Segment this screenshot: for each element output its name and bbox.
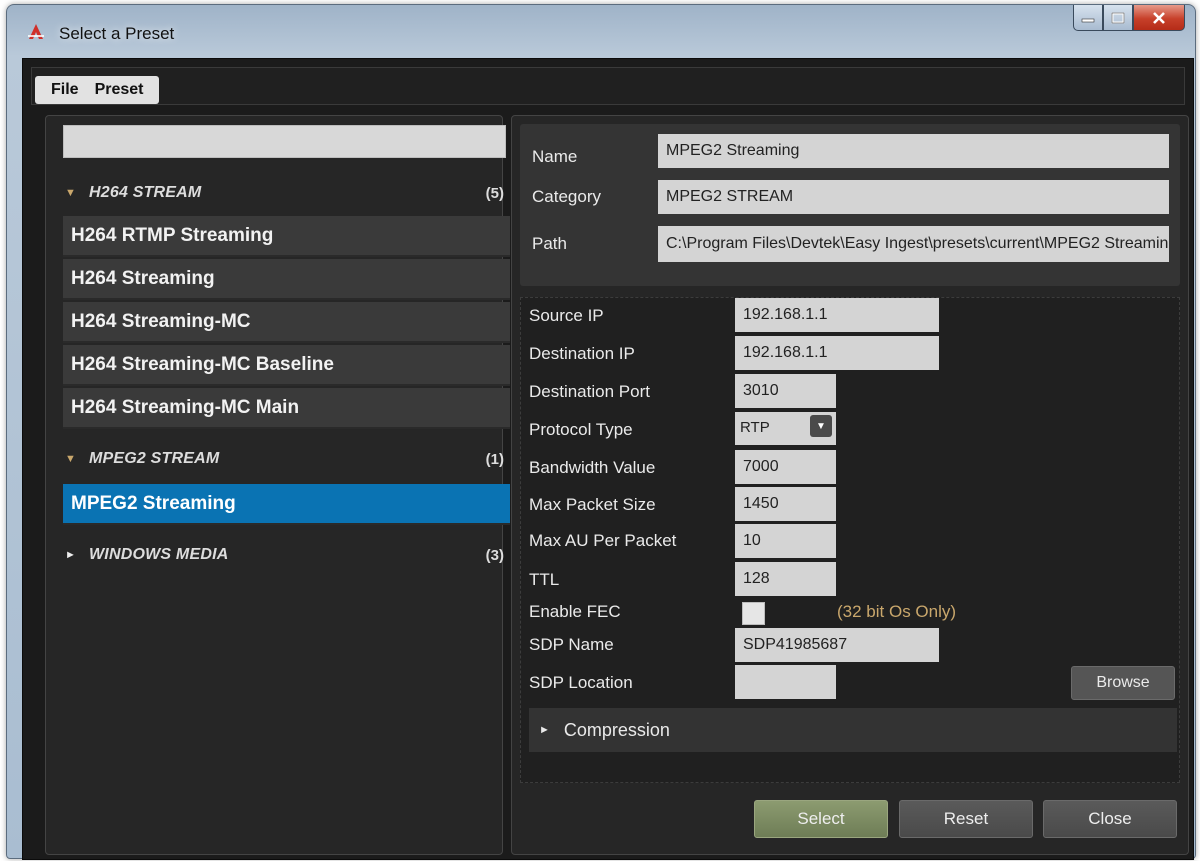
protocol-type-label: Protocol Type bbox=[529, 420, 633, 439]
max-au-label: Max AU Per Packet bbox=[529, 531, 677, 550]
list-item[interactable]: H264 Streaming-MC Baseline bbox=[63, 345, 510, 386]
destination-ip-label: Destination IP bbox=[529, 344, 635, 363]
dropdown-arrow-icon[interactable]: ▼ bbox=[810, 415, 832, 437]
source-ip-label: Source IP bbox=[529, 306, 604, 325]
sdp-name-input[interactable]: SDP41985687 bbox=[735, 628, 939, 662]
list-item[interactable]: H264 Streaming bbox=[63, 259, 510, 300]
group-header-windows-media[interactable]: ► WINDOWS MEDIA (3) bbox=[63, 535, 508, 575]
collapsed-arrow-icon: ► bbox=[65, 549, 76, 561]
sdp-name-label: SDP Name bbox=[529, 635, 614, 654]
bandwidth-input[interactable]: 7000 bbox=[735, 450, 836, 484]
sdp-location-input[interactable] bbox=[735, 665, 836, 699]
minimize-button[interactable] bbox=[1073, 5, 1103, 31]
protocol-type-value: RTP bbox=[740, 419, 770, 436]
category-label: Category bbox=[532, 187, 601, 206]
window-title: Select a Preset bbox=[59, 24, 175, 43]
sdp-location-label: SDP Location bbox=[529, 673, 633, 692]
group-count: (3) bbox=[485, 546, 504, 564]
close-icon bbox=[1153, 11, 1165, 24]
ttl-input[interactable]: 128 bbox=[735, 562, 836, 596]
destination-port-label: Destination Port bbox=[529, 382, 650, 401]
group-count: (5) bbox=[485, 184, 504, 202]
bandwidth-label: Bandwidth Value bbox=[529, 458, 656, 477]
max-packet-size-label: Max Packet Size bbox=[529, 495, 656, 514]
maximize-icon bbox=[1111, 12, 1125, 23]
close-window-button[interactable] bbox=[1133, 5, 1185, 31]
preset-details-panel: Name MPEG2 Streaming Category MPEG2 STRE… bbox=[511, 115, 1189, 855]
path-label: Path bbox=[532, 234, 567, 253]
search-input[interactable] bbox=[63, 125, 506, 158]
list-item[interactable]: H264 RTMP Streaming bbox=[63, 216, 510, 257]
group-name: MPEG2 STREAM bbox=[89, 450, 220, 467]
list-item[interactable]: H264 Streaming-MC Main bbox=[63, 388, 510, 429]
compression-label: Compression bbox=[563, 719, 670, 740]
enable-fec-checkbox[interactable] bbox=[742, 602, 765, 625]
menu-group: File Preset bbox=[35, 76, 160, 104]
title-bar[interactable]: Select a Preset bbox=[7, 5, 1195, 59]
name-label: Name bbox=[532, 147, 578, 166]
destination-port-input[interactable]: 3010 bbox=[735, 374, 836, 408]
category-field[interactable]: MPEG2 STREAM bbox=[658, 180, 1169, 214]
group-header-mpeg2[interactable]: ▼ MPEG2 STREAM (1) bbox=[63, 439, 508, 479]
destination-ip-input[interactable]: 192.168.1.1 bbox=[735, 336, 939, 370]
list-item[interactable]: H264 Streaming-MC bbox=[63, 302, 510, 343]
app-logo-icon bbox=[28, 24, 44, 39]
list-item-selected[interactable]: MPEG2 Streaming bbox=[63, 484, 510, 525]
menu-bar bbox=[31, 67, 1185, 105]
close-button[interactable]: Close bbox=[1043, 800, 1177, 838]
caption-buttons bbox=[1073, 5, 1185, 32]
stream-parameters: Source IP 192.168.1.1 Destination IP 192… bbox=[520, 297, 1180, 783]
max-au-input[interactable]: 10 bbox=[735, 524, 836, 558]
max-packet-size-input[interactable]: 1450 bbox=[735, 487, 836, 521]
browse-button[interactable]: Browse bbox=[1071, 666, 1175, 700]
menu-preset[interactable]: Preset bbox=[87, 81, 152, 99]
group-name: H264 STREAM bbox=[89, 184, 202, 201]
fec-note: (32 bit Os Only) bbox=[837, 602, 957, 621]
dialog-window: Select a Preset File Preset ▼ H264 STREA… bbox=[6, 4, 1196, 860]
enable-fec-label: Enable FEC bbox=[529, 602, 621, 621]
ttl-label: TTL bbox=[529, 570, 560, 589]
group-name: WINDOWS MEDIA bbox=[89, 546, 229, 563]
compression-expander[interactable]: ► Compression bbox=[529, 708, 1177, 752]
preset-info: Name MPEG2 Streaming Category MPEG2 STRE… bbox=[520, 124, 1180, 286]
expanded-arrow-icon: ▼ bbox=[65, 453, 76, 465]
minimize-icon bbox=[1081, 18, 1095, 22]
protocol-type-select[interactable]: RTP ▼ bbox=[735, 412, 836, 445]
group-count: (1) bbox=[485, 450, 504, 468]
maximize-button[interactable] bbox=[1103, 5, 1133, 31]
select-button[interactable]: Select bbox=[754, 800, 888, 838]
expanded-arrow-icon: ▼ bbox=[65, 187, 76, 199]
reset-button[interactable]: Reset bbox=[899, 800, 1033, 838]
path-field[interactable]: C:\Program Files\Devtek\Easy Ingest\pres… bbox=[658, 226, 1169, 262]
client-area: File Preset ▼ H264 STREAM (5) H264 RTMP … bbox=[22, 58, 1194, 860]
preset-list-panel: ▼ H264 STREAM (5) H264 RTMP Streaming H2… bbox=[45, 115, 510, 855]
group-header-h264[interactable]: ▼ H264 STREAM (5) bbox=[63, 173, 508, 213]
name-field[interactable]: MPEG2 Streaming bbox=[658, 134, 1169, 168]
menu-file[interactable]: File bbox=[43, 81, 87, 99]
source-ip-input[interactable]: 192.168.1.1 bbox=[735, 298, 939, 332]
collapsed-arrow-icon: ► bbox=[539, 724, 550, 736]
